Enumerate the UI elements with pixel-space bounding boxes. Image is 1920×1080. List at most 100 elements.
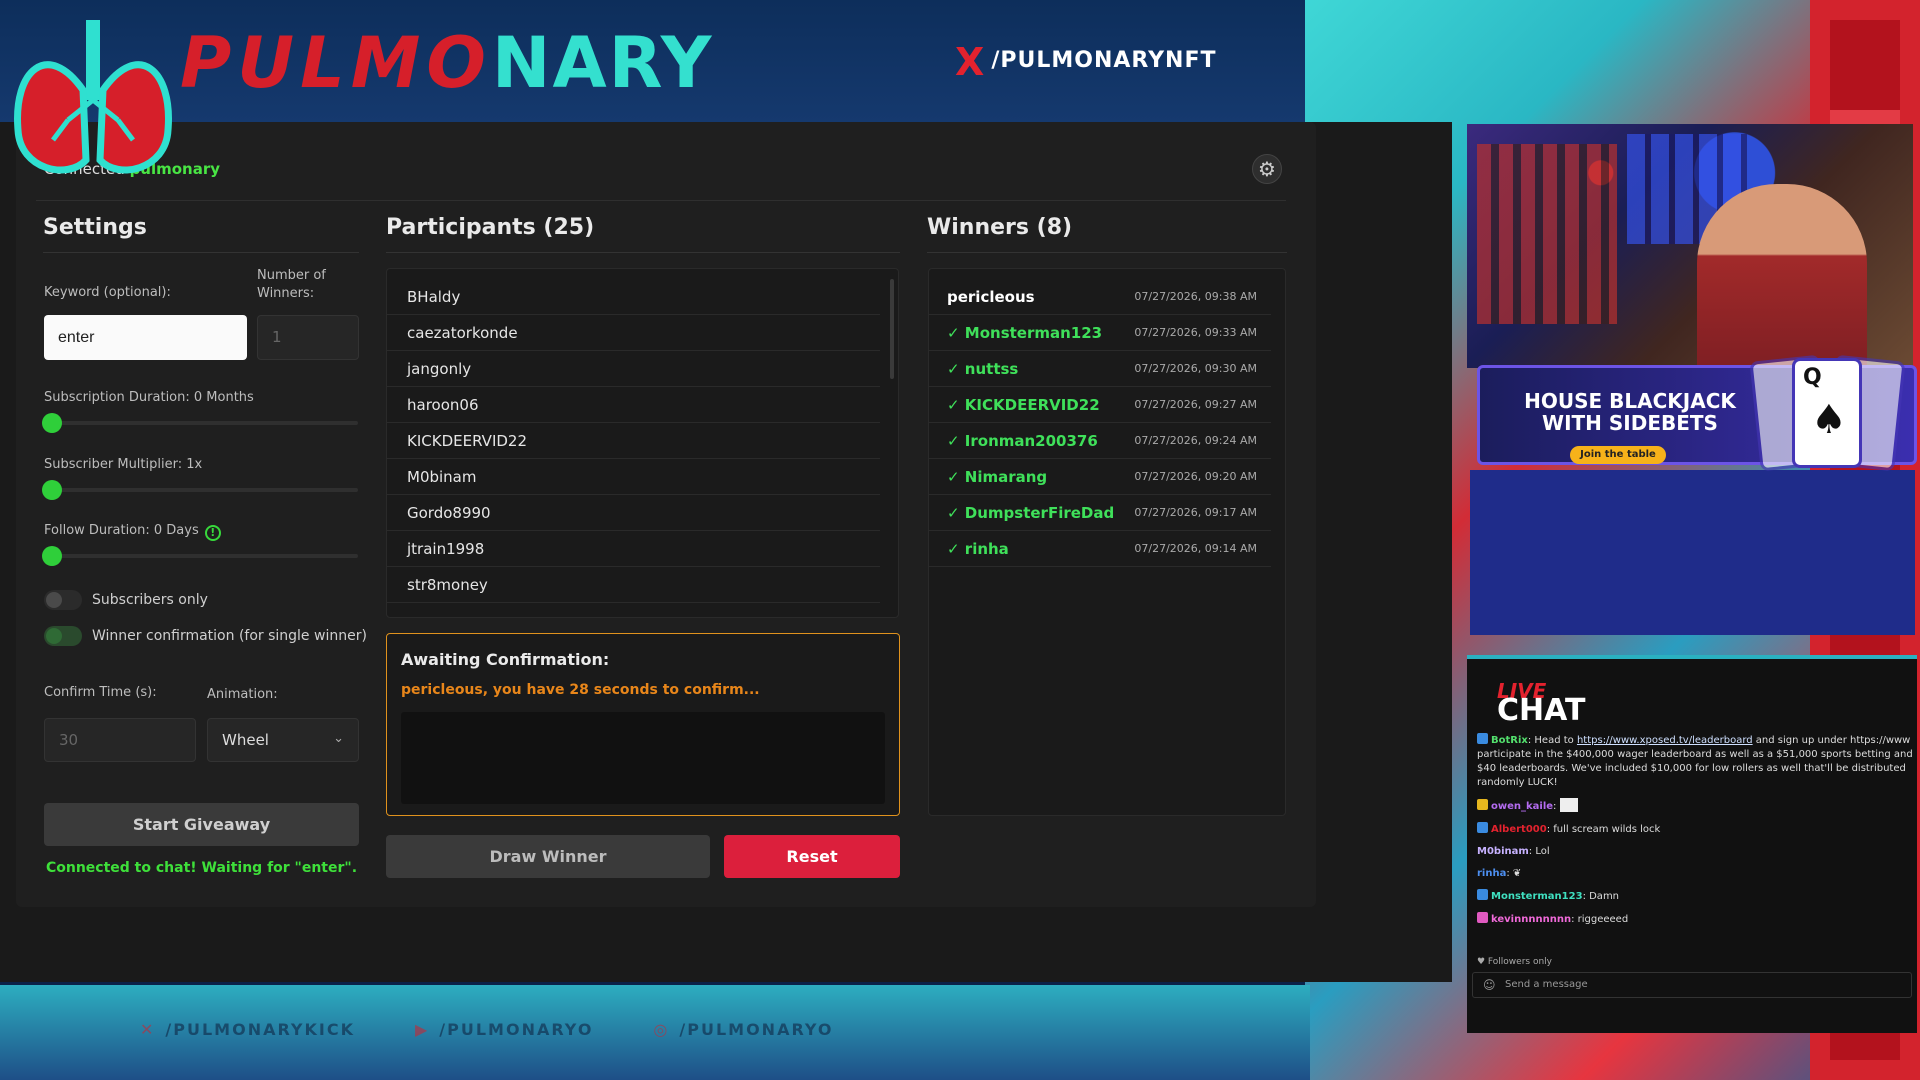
list-item: caezatorkonde (387, 315, 880, 351)
animation-label: Animation: (207, 687, 278, 702)
divider (43, 252, 359, 253)
toggle-knob (46, 592, 62, 608)
await-title: Awaiting Confirmation: (401, 650, 610, 669)
emote-icon: ❦ (1512, 868, 1522, 879)
winner-row: ✓ KICKDEERVID22 07/27/2026, 09:27 AM (929, 387, 1271, 423)
badge-icon (1477, 822, 1488, 833)
list-item: KICKDEERVID22 (387, 423, 880, 459)
keyword-input[interactable] (44, 315, 247, 360)
sub-multiplier-slider[interactable] (42, 480, 358, 500)
keyword-label: Keyword (optional): (44, 285, 171, 300)
winner-row: ✓ rinha 07/27/2026, 09:14 AM (929, 531, 1271, 567)
brand-wordmark: PULMONARY (180, 22, 714, 104)
divider (927, 252, 1287, 253)
list-item: str8money (387, 567, 880, 603)
spade-icon: ♠ (1811, 397, 1847, 443)
winners-list: pericleous 07/27/2026, 09:38 AM ✓ Monster… (928, 268, 1286, 816)
subscribers-only-label: Subscribers only (92, 592, 208, 608)
join-table-button[interactable]: Join the table (1570, 446, 1666, 464)
await-output (401, 712, 885, 804)
sub-duration-label: Subscription Duration: 0 Months (44, 390, 254, 405)
follow-duration-slider[interactable] (42, 546, 358, 566)
divider (36, 200, 1286, 201)
x-icon: ✕ (140, 1020, 156, 1039)
send-message-input[interactable]: ☺ Send a message (1472, 972, 1912, 998)
num-winners-label-2: Winners: (257, 286, 315, 301)
num-winners-input[interactable]: 1 (257, 315, 359, 360)
winner-row: ✓ DumpsterFireDad 07/27/2026, 09:17 AM (929, 495, 1271, 531)
list-item: jangonly (387, 351, 880, 387)
winner-row: ✓ nuttss 07/27/2026, 09:30 AM (929, 351, 1271, 387)
list-item: Gordo8990 (387, 495, 880, 531)
list-item: jtrain1998 (387, 531, 880, 567)
participants-title: Participants (25) (386, 215, 595, 240)
await-message: pericleous, you have 28 seconds to confi… (401, 682, 760, 698)
social-links: ✕/PULMONARYKICK ▶/PULMONARYO ◎/PULMONARY… (140, 1020, 834, 1039)
winners-title: Winners (8) (927, 215, 1073, 240)
sub-multiplier-label: Subscriber Multiplier: 1x (44, 457, 203, 472)
social-youtube: ▶/PULMONARYO (414, 1020, 594, 1039)
slider-knob[interactable] (42, 546, 62, 566)
settings-title: Settings (43, 215, 147, 240)
webcam-feed (1467, 124, 1913, 368)
social-instagram: ◎/PULMONARYO (653, 1020, 834, 1039)
winner-confirmation-label: Winner confirmation (for single winner) (92, 628, 367, 644)
gear-icon[interactable]: ⚙ (1252, 154, 1282, 184)
num-winners-label: Number of (257, 268, 326, 283)
animation-select[interactable]: Wheel ⌄ (207, 718, 359, 762)
sub-badge-icon (1477, 799, 1488, 810)
promo-title: HOUSE BLACKJACK WITH SIDEBETS (1524, 389, 1736, 435)
participants-list[interactable]: BHaldy caezatorkonde jangonly haroon06 K… (386, 268, 899, 618)
badge-icon (1477, 912, 1488, 923)
chat-message: M0binam: Lol (1477, 846, 1550, 857)
chat-message: owen_kaile: (1477, 798, 1915, 814)
winner-row: ✓ Nimarang 07/27/2026, 09:20 AM (929, 459, 1271, 495)
slider-knob[interactable] (42, 480, 62, 500)
badge-icon (1477, 889, 1488, 900)
shelf (1477, 144, 1617, 324)
chat-header: LIVE CHAT (1497, 679, 1586, 728)
emote-picker-icon[interactable]: ☺ (1483, 973, 1496, 997)
x-handle: X/PULMONARYNFT (955, 40, 1217, 84)
playing-card: Q ♠ (1792, 358, 1862, 468)
chat-message: rinha: ❦ (1477, 868, 1522, 879)
draw-winner-button[interactable]: Draw Winner (386, 835, 710, 878)
scrollbar[interactable] (890, 279, 894, 379)
winner-row: ✓ Monsterman123 07/27/2026, 09:33 AM (929, 315, 1271, 351)
social-kick: ✕/PULMONARYKICK (140, 1020, 355, 1039)
start-giveaway-button[interactable]: Start Giveaway (44, 803, 359, 846)
chat-messages: BotRix: Head to https://www.xposed.tv/le… (1477, 733, 1915, 935)
lungs-logo-icon (14, 20, 172, 174)
bot-badge-icon (1477, 733, 1488, 744)
subscribers-only-toggle[interactable] (44, 590, 82, 610)
winner-confirmation-toggle[interactable] (44, 626, 82, 646)
chat-status-text: Connected to chat! Waiting for "enter". (45, 860, 358, 876)
chat-message: Monsterman123: Damn (1477, 889, 1915, 904)
sub-duration-slider[interactable] (42, 413, 358, 433)
list-item: M0binam (387, 459, 880, 495)
list-item: BHaldy (387, 279, 880, 315)
chevron-down-icon: ⌄ (333, 731, 344, 746)
x-logo-icon: X (955, 40, 986, 84)
toggle-knob (46, 628, 62, 644)
chat-link[interactable]: https://www.xposed.tv/leaderboard (1577, 735, 1753, 746)
info-icon[interactable]: ! (204, 525, 221, 541)
winner-row: pericleous 07/27/2026, 09:38 AM (929, 279, 1271, 315)
chat-message: BotRix: Head to https://www.xposed.tv/le… (1477, 733, 1913, 788)
follow-duration-label: Follow Duration: 0 Days! (44, 523, 221, 541)
instagram-icon: ◎ (653, 1020, 670, 1039)
chat-message: Albert000: full scream wilds lock (1477, 822, 1915, 837)
streamer (1697, 184, 1867, 368)
confirm-time-label: Confirm Time (s): (44, 685, 157, 700)
slider-knob[interactable] (42, 413, 62, 433)
stream-overlay: ✕/PULMONARYKICK ▶/PULMONARYO ◎/PULMONARY… (0, 0, 1920, 1080)
awaiting-confirmation-box: Awaiting Confirmation: pericleous, you h… (386, 633, 900, 816)
confirm-time-input[interactable]: 30 (44, 718, 196, 762)
winner-row: ✓ Ironman200376 07/27/2026, 09:24 AM (929, 423, 1271, 459)
followers-only-notice: ♥ Followers only (1477, 957, 1552, 967)
chat-message: kevinnnnnnnn: riggeeeed (1477, 912, 1915, 927)
webcam-lower (1470, 470, 1915, 635)
reset-button[interactable]: Reset (724, 835, 900, 878)
list-item: haroon06 (387, 387, 880, 423)
promo-banner: HOUSE BLACKJACK WITH SIDEBETS Join the t… (1477, 354, 1917, 472)
